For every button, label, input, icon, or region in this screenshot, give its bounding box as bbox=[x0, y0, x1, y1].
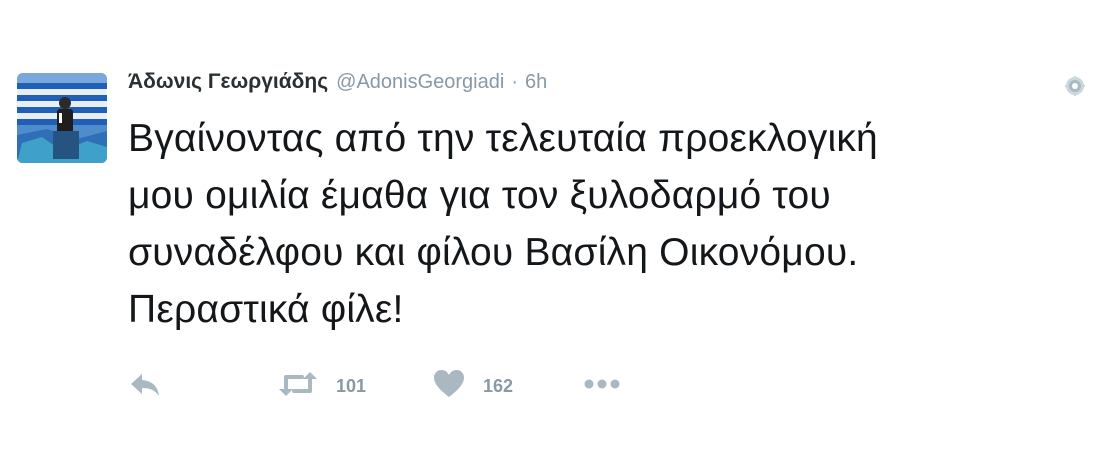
tweet-timestamp[interactable]: 6h bbox=[525, 71, 547, 94]
tweet-text-line: συναδέλφου και φίλου Βασίλη Οικονόμου. bbox=[128, 231, 859, 274]
reply-icon bbox=[128, 369, 162, 404]
more-icon bbox=[583, 369, 621, 404]
tweet-text-line: Περαστικά φίλε! bbox=[128, 288, 404, 331]
avatar[interactable] bbox=[17, 73, 107, 163]
gear-icon[interactable] bbox=[1065, 76, 1085, 96]
more-button[interactable] bbox=[583, 368, 621, 404]
separator-dot: · bbox=[511, 71, 518, 93]
tweet-actions: 101 162 bbox=[128, 368, 648, 404]
retweet-button[interactable]: 101 bbox=[278, 368, 366, 404]
retweet-icon bbox=[278, 369, 318, 404]
like-button[interactable]: 162 bbox=[433, 368, 513, 404]
reply-button[interactable] bbox=[128, 368, 162, 404]
author-name[interactable]: Άδωνις Γεωργιάδης bbox=[128, 70, 328, 94]
like-count: 162 bbox=[483, 375, 514, 396]
tweet-text: Βγαίνοντας από την τελευταία προεκλογική… bbox=[128, 110, 1088, 338]
author-handle[interactable]: @AdonisGeorgiadi bbox=[336, 71, 504, 94]
tweet-card: Άδωνις Γεωργιάδης @AdonisGeorgiadi · 6h … bbox=[0, 0, 1099, 462]
tweet-text-line: Βγαίνοντας από την τελευταία προεκλογική bbox=[128, 117, 878, 160]
retweet-count: 101 bbox=[336, 375, 367, 396]
tweet-header: Άδωνις Γεωργιάδης @AdonisGeorgiadi · 6h bbox=[128, 70, 547, 100]
tweet-text-line: μου ομιλία έμαθα για τον ξυλοδαρμό του bbox=[128, 174, 831, 217]
heart-icon bbox=[433, 369, 465, 404]
